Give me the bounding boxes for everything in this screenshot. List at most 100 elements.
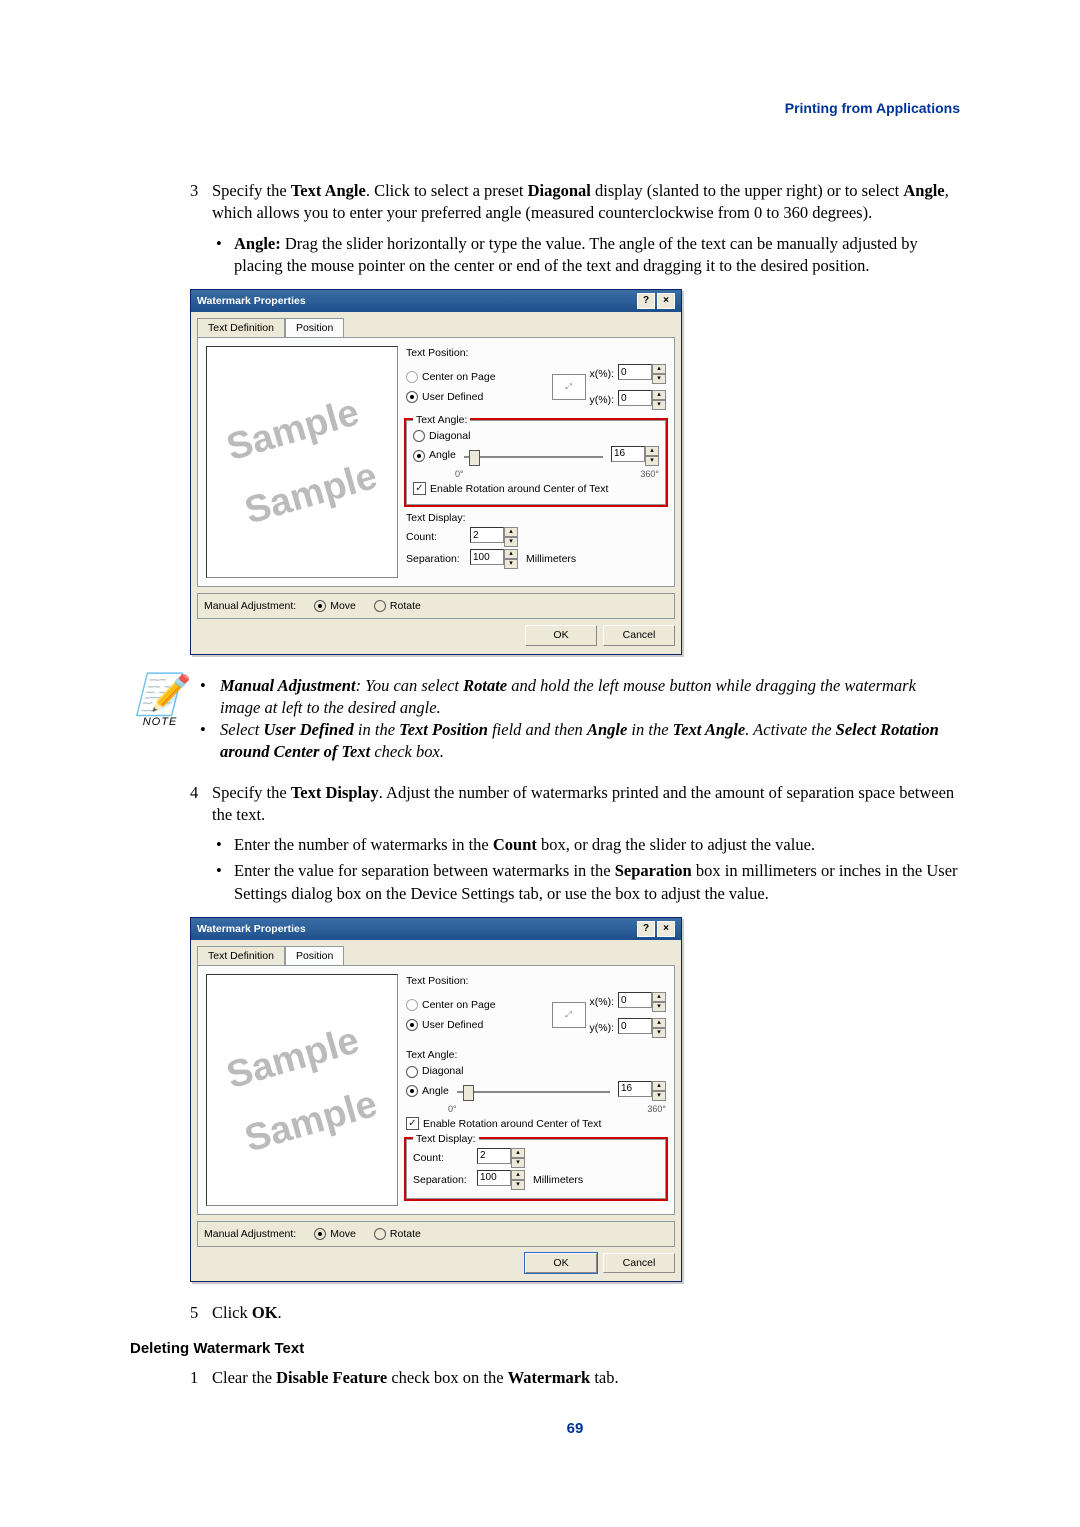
lbl: Angle (429, 448, 456, 462)
lbl: User Defined (422, 1018, 483, 1032)
t: . Click to select a preset (366, 181, 528, 200)
y-up[interactable]: ▴ (652, 390, 666, 400)
t: in the (354, 720, 399, 739)
y-down[interactable]: ▾ (652, 1028, 666, 1038)
x-down[interactable]: ▾ (652, 374, 666, 384)
lbl: Rotate (390, 599, 421, 613)
step-3-bullet: Angle: Drag the slider horizontally or t… (216, 233, 960, 278)
angle-slider[interactable] (460, 447, 607, 465)
angle-input[interactable] (611, 446, 645, 462)
radio-move[interactable] (314, 1228, 326, 1240)
sep-up[interactable]: ▴ (511, 1170, 525, 1180)
radio-angle[interactable] (406, 1085, 418, 1097)
count-down[interactable]: ▾ (504, 537, 518, 547)
radio-rotate[interactable] (374, 600, 386, 612)
step-4-bullet-1: Enter the number of watermarks in the Co… (216, 834, 960, 856)
close-button[interactable]: × (657, 921, 675, 937)
header-link[interactable]: Printing from Applications (785, 100, 960, 116)
cancel-button[interactable]: Cancel (603, 1253, 675, 1273)
tab-text-definition[interactable]: Text Definition (197, 318, 285, 337)
lbl: Center on Page (422, 370, 496, 384)
xy-icon: ⤢ (552, 374, 586, 400)
note-block: 📝 NOTE Manual Adjustment: You can select… (130, 675, 960, 764)
x-input[interactable] (618, 992, 652, 1008)
y-input[interactable] (618, 390, 652, 406)
t: Diagonal (528, 181, 591, 200)
count-up[interactable]: ▴ (504, 527, 518, 537)
tab-position[interactable]: Position (285, 318, 344, 337)
step-number: 1 (190, 1367, 212, 1389)
t: Text Position (399, 720, 488, 739)
tick: 0° (448, 1103, 457, 1115)
x-up[interactable]: ▴ (652, 992, 666, 1002)
tab-position[interactable]: Position (285, 946, 344, 965)
radio-move[interactable] (314, 600, 326, 612)
y-up[interactable]: ▴ (652, 1018, 666, 1028)
tick: 360° (640, 468, 659, 480)
t: box, or drag the slider to adjust the va… (537, 835, 815, 854)
lbl: Center on Page (422, 998, 496, 1012)
ok-button[interactable]: OK (525, 625, 597, 645)
y-input[interactable] (618, 1018, 652, 1034)
help-button[interactable]: ? (637, 921, 655, 937)
count-up[interactable]: ▴ (511, 1148, 525, 1158)
count-input[interactable] (470, 527, 504, 543)
watermark-preview[interactable]: SampleSample (206, 974, 398, 1206)
sep-input[interactable] (470, 549, 504, 565)
count-down[interactable]: ▾ (511, 1158, 525, 1168)
radio-rotate[interactable] (374, 1228, 386, 1240)
lbl: Angle (422, 1084, 449, 1098)
radio-angle[interactable] (413, 450, 425, 462)
count-input[interactable] (477, 1148, 511, 1164)
dialog-title: Watermark Properties (197, 922, 306, 936)
cancel-button[interactable]: Cancel (603, 625, 675, 645)
t: Angle: (234, 234, 281, 253)
lbl: Manual Adjustment: (204, 599, 296, 613)
x-up[interactable]: ▴ (652, 364, 666, 374)
y-down[interactable]: ▾ (652, 400, 666, 410)
lbl: Text Display: (413, 1132, 479, 1146)
t: Specify the (212, 783, 291, 802)
lbl: Millimeters (533, 1173, 583, 1187)
angle-down[interactable]: ▾ (652, 1091, 666, 1101)
lbl: Rotate (390, 1227, 421, 1241)
tab-text-definition[interactable]: Text Definition (197, 946, 285, 965)
t: Select (220, 720, 264, 739)
sep-up[interactable]: ▴ (504, 549, 518, 559)
angle-down[interactable]: ▾ (645, 456, 659, 466)
angle-up[interactable]: ▴ (652, 1081, 666, 1091)
radio-diagonal[interactable] (413, 430, 425, 442)
tick: 360° (647, 1103, 666, 1115)
radio-diagonal[interactable] (406, 1066, 418, 1078)
enable-rotation-checkbox[interactable] (413, 482, 426, 495)
help-button[interactable]: ? (637, 293, 655, 309)
radio-user-defined[interactable] (406, 1019, 418, 1031)
subheading-deleting: Deleting Watermark Text (130, 1339, 960, 1359)
x-down[interactable]: ▾ (652, 1002, 666, 1012)
radio-user-defined[interactable] (406, 391, 418, 403)
angle-up[interactable]: ▴ (645, 446, 659, 456)
sep-down[interactable]: ▾ (511, 1180, 525, 1190)
t: Enter the value for separation between w… (234, 861, 615, 880)
sep-down[interactable]: ▾ (504, 559, 518, 569)
t: check box. (370, 742, 444, 761)
t: field and then (488, 720, 587, 739)
x-input[interactable] (618, 364, 652, 380)
close-button[interactable]: × (657, 293, 675, 309)
t: Click (212, 1303, 252, 1322)
t: Manual Adjustment (220, 676, 356, 695)
angle-input[interactable] (618, 1081, 652, 1097)
watermark-preview[interactable]: SampleSample (206, 346, 398, 578)
radio-center[interactable] (406, 999, 418, 1011)
lbl: y(%): (590, 1021, 615, 1035)
radio-center[interactable] (406, 371, 418, 383)
t: Count (493, 835, 537, 854)
ok-button[interactable]: OK (525, 1253, 597, 1273)
sep-input[interactable] (477, 1170, 511, 1186)
dialog-title: Watermark Properties (197, 294, 306, 308)
lbl: x(%): (590, 995, 615, 1009)
t: Clear the (212, 1368, 276, 1387)
enable-rotation-checkbox[interactable] (406, 1117, 419, 1130)
note-icon: 📝 (130, 675, 190, 715)
angle-slider[interactable] (453, 1082, 614, 1100)
